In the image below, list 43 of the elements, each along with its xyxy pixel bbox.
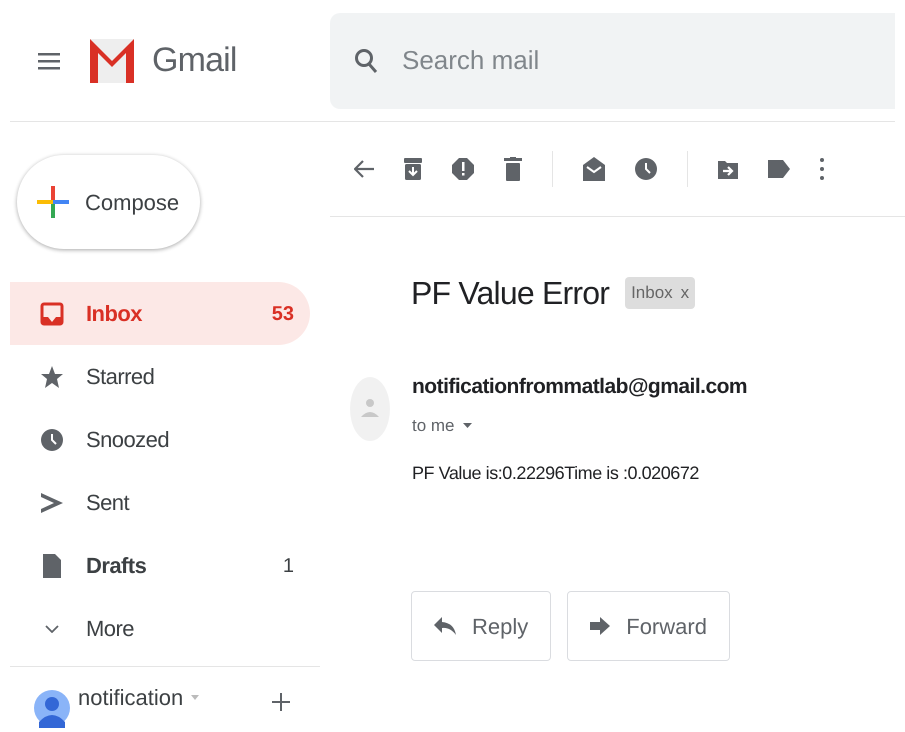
trash-icon[interactable] xyxy=(504,157,522,181)
document-icon xyxy=(40,554,64,578)
chip-close[interactable]: x xyxy=(680,280,690,306)
sender-address: notificationfrommatlab@gmail.com xyxy=(412,374,748,400)
label-icon[interactable] xyxy=(768,160,790,178)
sidebar-item[interactable]: Drafts 1 xyxy=(10,534,310,597)
forward-button[interactable]: Forward xyxy=(567,591,730,661)
menu-icon[interactable] xyxy=(38,52,60,70)
spam-icon[interactable] xyxy=(452,158,474,180)
clock-icon xyxy=(40,428,64,452)
chevron-down-icon xyxy=(45,624,59,632)
move-to-icon[interactable] xyxy=(718,159,738,179)
email-body: PF Value is:0.22296Time is :0.020672 xyxy=(412,462,700,485)
dropdown-icon[interactable] xyxy=(462,422,472,428)
add-icon[interactable] xyxy=(272,692,290,710)
reply-button[interactable]: Reply xyxy=(411,591,552,661)
compose-button[interactable]: Compose xyxy=(17,155,200,249)
reply-arrow-icon xyxy=(434,617,456,635)
plus-icon xyxy=(37,186,69,218)
sidebar-item[interactable]: Inbox 53 xyxy=(10,282,310,345)
search-field[interactable]: Search mail xyxy=(402,41,895,80)
sidebar-item[interactable]: More xyxy=(10,597,310,660)
send-arrow-icon xyxy=(40,490,64,514)
email-subject: PF Value Error xyxy=(411,274,610,313)
star-icon xyxy=(40,364,64,388)
sidebar-item[interactable]: Sent xyxy=(10,471,310,534)
app-name: Gmail xyxy=(152,40,237,81)
archive-icon[interactable] xyxy=(404,158,422,180)
account-name[interactable]: notification xyxy=(78,681,184,714)
label-chip[interactable]: Inbox x xyxy=(625,277,696,309)
forward-arrow-icon xyxy=(590,617,610,635)
back-arrow-icon[interactable] xyxy=(354,160,374,178)
mark-unread-icon[interactable] xyxy=(583,157,605,181)
search-icon xyxy=(354,48,378,74)
search-bar[interactable]: Search mail xyxy=(330,12,895,108)
inbox-tray-icon xyxy=(40,302,64,326)
clock-icon[interactable] xyxy=(635,158,657,180)
sidebar-item[interactable]: Snoozed xyxy=(10,408,310,471)
sidebar-item[interactable]: Starred xyxy=(10,345,310,408)
more-options-icon[interactable] xyxy=(820,158,824,180)
recipient-label[interactable]: to me xyxy=(412,412,455,438)
avatar-icon[interactable] xyxy=(34,688,70,728)
avatar-icon xyxy=(350,377,390,441)
